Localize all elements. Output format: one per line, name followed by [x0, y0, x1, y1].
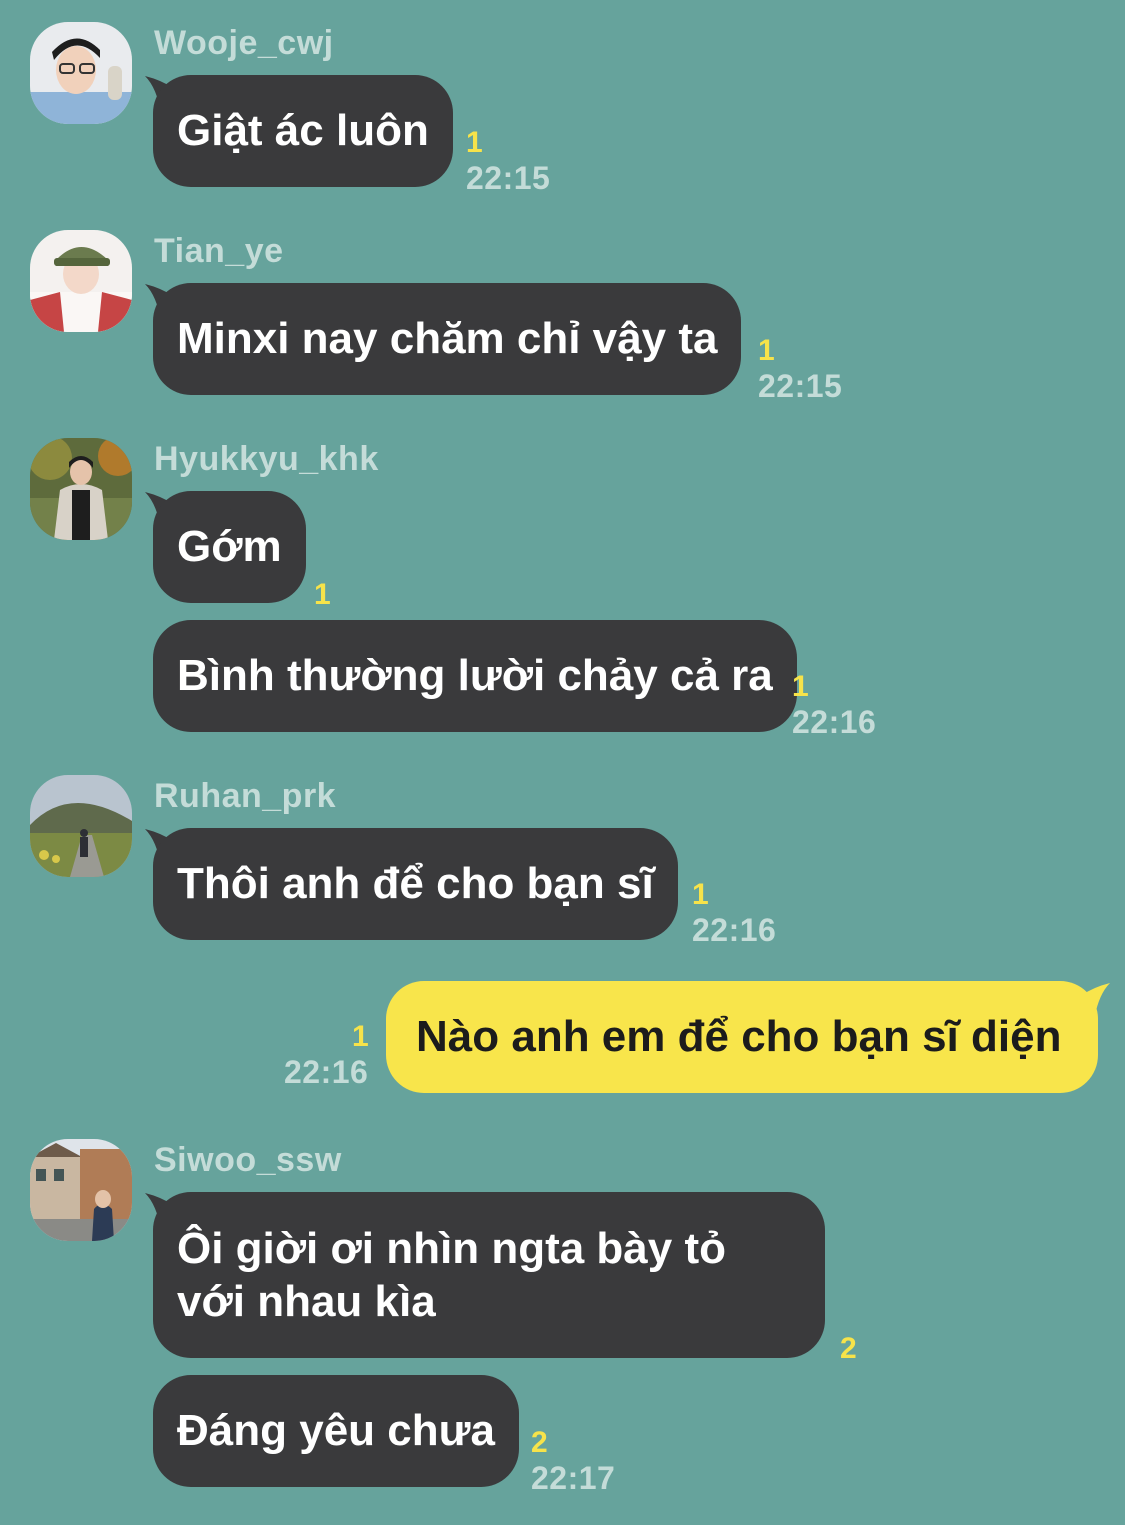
timestamp: 22:15 [466, 160, 551, 196]
sender-name: Hyukkyu_khk [154, 440, 379, 478]
message-bubble[interactable]: Bình thường lười chảy cả ra [153, 620, 797, 732]
avatar-hyukkyu[interactable] [30, 438, 132, 540]
sender-name: Siwoo_ssw [154, 1141, 342, 1179]
timestamp: 22:16 [792, 704, 877, 740]
unread-count: 1 [792, 670, 809, 703]
unread-count: 1 [466, 126, 483, 159]
message-bubble[interactable]: Đáng yêu chưa [153, 1375, 519, 1487]
unread-count: 1 [692, 878, 709, 911]
profile-photo-icon [30, 775, 132, 877]
unread-count: 2 [840, 1332, 857, 1365]
profile-photo-icon [30, 1139, 132, 1241]
sender-name: Ruhan_prk [154, 777, 337, 815]
unread-count: 1 [352, 1020, 369, 1053]
message-bubble[interactable]: Gớm [153, 491, 306, 603]
avatar-ruhan[interactable] [30, 775, 132, 877]
avatar-tian[interactable] [30, 230, 132, 332]
message-bubble[interactable]: Minxi nay chăm chỉ vậy ta [153, 283, 742, 395]
unread-count: 1 [314, 578, 331, 611]
profile-photo-icon [30, 438, 132, 540]
message-bubble[interactable]: Thôi anh để cho bạn sĩ [153, 828, 678, 940]
unread-count: 2 [531, 1426, 548, 1459]
profile-photo-icon [30, 230, 132, 332]
avatar-siwoo[interactable] [30, 1139, 132, 1241]
my-message-bubble[interactable]: Nào anh em để cho bạn sĩ diện [386, 981, 1098, 1093]
timestamp: 22:15 [758, 368, 843, 404]
timestamp: 22:16 [692, 912, 777, 948]
profile-photo-icon [30, 22, 132, 124]
avatar-wooje[interactable] [30, 22, 132, 124]
sender-name: Tian_ye [154, 232, 284, 270]
message-bubble[interactable]: Ôi giời ơi nhìn ngta bày tỏ với nhau kìa [153, 1192, 825, 1358]
bubble-tail [1076, 981, 1112, 1021]
unread-count: 1 [758, 334, 775, 367]
message-bubble[interactable]: Giật ác luôn [153, 75, 453, 187]
sender-name: Wooje_cwj [154, 24, 334, 62]
timestamp: 22:16 [284, 1054, 369, 1090]
timestamp: 22:17 [531, 1460, 616, 1496]
